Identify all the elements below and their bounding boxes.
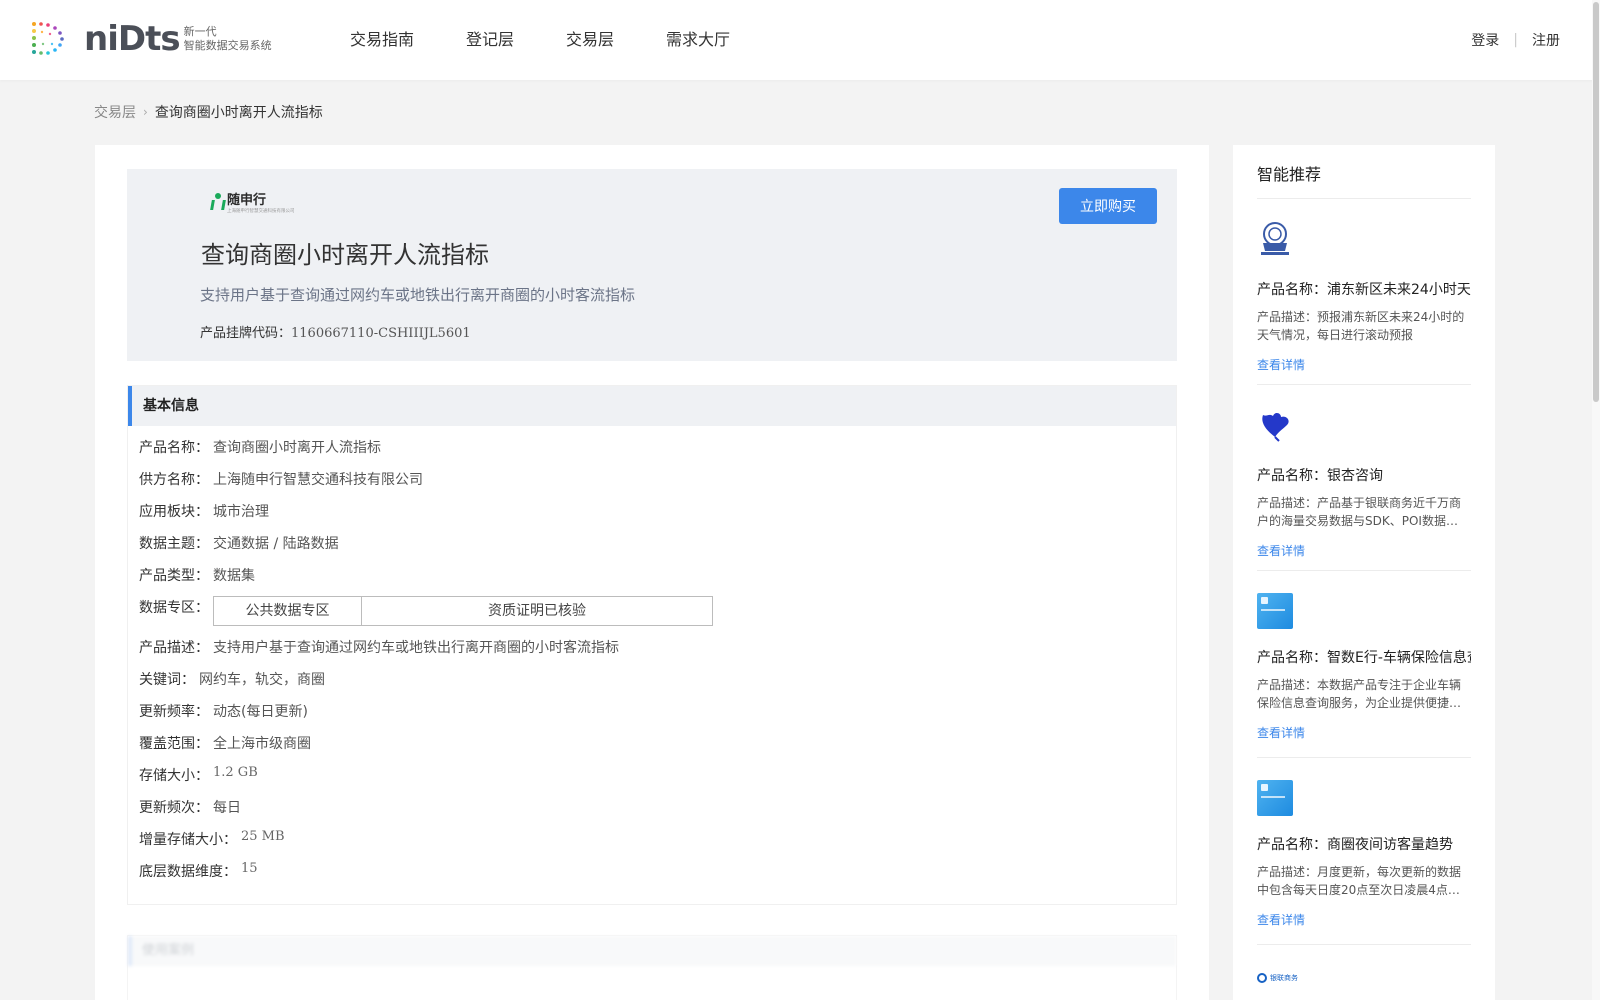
- info-row-incremental-size: 增量存储大小： 25 MB: [139, 829, 285, 848]
- supplier-logo-subtext: 上海随申行智慧交通科技有限公司: [227, 208, 295, 214]
- info-row-update-frequency: 更新频率： 动态(每日更新): [139, 704, 308, 720]
- info-row-product-name: 产品名称： 查询商圈小时离开人流指标: [139, 440, 381, 456]
- nav-demand-hall[interactable]: 需求大厅: [666, 0, 730, 80]
- main-nav: 交易指南 登记层 交易层 需求大厅: [350, 0, 782, 80]
- recommendation-desc: 产品描述：预报浦东新区未来24小时的天气情况，每日进行滚动预报: [1257, 310, 1465, 342]
- zone-cell-verified: 资质证明已核验: [488, 603, 586, 619]
- info-row-data-zone: 数据专区： 公共数据专区 资质证明已核验: [139, 596, 713, 626]
- info-row-keywords: 关键词： 网约车，轨交，商圈: [139, 672, 325, 688]
- basic-info-section: 基本信息 产品名称： 查询商圈小时离开人流指标 供方名称： 上海随申行智慧交通科技有…: [127, 385, 1177, 905]
- recommendation-name: 产品名称：浦东新区未来24小时天气: [1257, 282, 1471, 298]
- view-details-link[interactable]: 查看详情: [1257, 724, 1305, 741]
- info-row-sector: 应用板块： 城市治理: [139, 504, 269, 520]
- zone-cell-public: 公共数据专区: [214, 597, 362, 625]
- recommendation-name: 产品名称：智数E行-车辆保险信息查询: [1257, 650, 1471, 666]
- recommendation-card[interactable]: 产品名称：商圈夜间访客量趋势 产品描述：月度更新，每次更新的数据中包含每天日度2…: [1257, 780, 1471, 928]
- use-case-section: 使用案例: [127, 935, 1177, 1000]
- recommendation-card[interactable]: 产品名称：银杏咨询 产品描述：产品基于银联商务近千万商户的海量交易数据与SDK、…: [1257, 407, 1471, 559]
- info-row-data-dimensions: 底层数据维度： 15: [139, 861, 258, 880]
- weather-bureau-logo-icon: [1261, 222, 1289, 255]
- recommendation-card[interactable]: 产品名称：智数E行-车辆保险信息查询 产品描述：本数据产品专注于企业车辆保险信息…: [1257, 593, 1471, 741]
- top-header: niDts 新一代 智能数据交易系统 交易指南 登记层 交易层 需求大厅 登录 …: [0, 0, 1600, 80]
- unionpay-logo-text: 银联商务: [1270, 974, 1298, 982]
- unionpay-circle-icon: [1257, 973, 1267, 983]
- sidebar-title: 智能推荐: [1257, 165, 1322, 184]
- logo-tagline-line1: 新一代: [183, 25, 217, 38]
- breadcrumb-trading-layer[interactable]: 交易层: [94, 102, 136, 122]
- view-details-link[interactable]: 查看详情: [1257, 542, 1305, 559]
- recommendation-name: 产品名称：商圈夜间访客量趋势: [1257, 837, 1453, 853]
- section-title: 基本信息: [128, 386, 1176, 426]
- info-row-storage-size: 存储大小： 1.2 GB: [139, 765, 258, 784]
- info-row-coverage: 覆盖范围： 全上海市级商圈: [139, 736, 311, 752]
- logo-wordmark: niDts: [84, 19, 181, 59]
- logo-tagline-line2: 智能数据交易系统: [183, 39, 272, 52]
- product-thumbnail-icon: [1257, 780, 1293, 816]
- supplier-logo-text: 随申行: [227, 193, 267, 208]
- recommendation-card[interactable]: 产品名称：浦东新区未来24小时天气 产品描述：预报浦东新区未来24小时的天气情况…: [1257, 221, 1471, 373]
- product-code-value: 1160667110-CSHIIIJL5601: [291, 326, 471, 341]
- product-detail-card: 随申行 上海随申行智慧交通科技有限公司 立即购买 查询商圈小时离开人流指标 支持…: [95, 145, 1209, 1000]
- info-row-update-cadence: 更新频次： 每日: [139, 800, 241, 816]
- ginkgo-leaf-logo-icon: [1262, 413, 1289, 442]
- view-details-link[interactable]: 查看详情: [1257, 911, 1305, 928]
- sidebar-divider: [1257, 198, 1471, 199]
- sidebar-divider: [1257, 944, 1471, 945]
- sidebar-divider: [1257, 757, 1471, 758]
- info-row-product-type: 产品类型： 数据集: [139, 568, 255, 584]
- product-code-label: 产品挂牌代码：: [200, 326, 292, 341]
- auth-separator: |: [1513, 32, 1518, 48]
- product-thumbnail-icon: [1257, 593, 1293, 629]
- recommendation-desc: 产品描述：月度更新，每次更新的数据中包含每天日度20点至次日凌晨4点期间的访客量: [1257, 865, 1462, 897]
- sidebar-divider: [1257, 384, 1471, 385]
- use-case-section-title: 使用案例: [128, 936, 1176, 966]
- chevron-right-icon: ›: [143, 105, 148, 119]
- supplier-person-icon: [210, 193, 226, 211]
- info-row-description: 产品描述： 支持用户基于查询通过网约车或地铁出行离开商圈的小时客流指标: [139, 640, 619, 656]
- buy-now-button[interactable]: 立即购买: [1059, 188, 1157, 224]
- product-title: 查询商圈小时离开人流指标: [201, 241, 489, 269]
- page-scrollbar[interactable]: [1592, 0, 1600, 1000]
- recommendation-name: 产品名称：银杏咨询: [1257, 468, 1383, 484]
- nav-trade-guide[interactable]: 交易指南: [350, 0, 414, 80]
- recommendation-desc: 产品描述：产品基于银联商务近千万商户的海量交易数据与SDK、POI数据，为客户提…: [1257, 496, 1462, 528]
- product-header-panel: 随申行 上海随申行智慧交通科技有限公司 立即购买 查询商圈小时离开人流指标 支持…: [127, 169, 1177, 361]
- breadcrumb-current: 查询商圈小时离开人流指标: [154, 105, 323, 121]
- unionpay-logo: 银联商务: [1257, 973, 1298, 983]
- nav-registration-layer[interactable]: 登记层: [466, 0, 514, 80]
- sidebar-divider: [1257, 570, 1471, 571]
- info-row-data-theme: 数据主题： 交通数据 / 陆路数据: [139, 536, 339, 552]
- breadcrumb: 交易层 › 查询商圈小时离开人流指标: [94, 102, 323, 122]
- info-row-supplier: 供方名称： 上海随申行智慧交通科技有限公司: [139, 472, 423, 488]
- nav-trading-layer[interactable]: 交易层: [566, 0, 614, 80]
- auth-links: 登录 | 注册: [1471, 0, 1560, 80]
- view-details-link[interactable]: 查看详情: [1257, 356, 1305, 373]
- dotted-d-logo-icon: [32, 22, 64, 55]
- logo-tagline: 新一代 智能数据交易系统: [184, 25, 272, 53]
- register-link[interactable]: 注册: [1532, 30, 1560, 50]
- site-logo[interactable]: niDts 新一代 智能数据交易系统: [30, 20, 272, 58]
- recommendation-desc: 产品描述：本数据产品专注于企业车辆保险信息查询服务，为企业提供便捷高效的查询: [1257, 678, 1462, 710]
- login-link[interactable]: 登录: [1471, 30, 1499, 50]
- supplier-logo: 随申行 上海随申行智慧交通科技有限公司: [210, 193, 302, 214]
- scrollbar-thumb[interactable]: [1593, 2, 1599, 402]
- recommendation-sidebar: 智能推荐 产品名称：浦东新区未来24小时天气 产品描述：预报浦东新区未来24小时…: [1233, 145, 1495, 1000]
- product-listing-code: 产品挂牌代码：1160667110-CSHIIIJL5601: [200, 322, 471, 341]
- product-subtitle: 支持用户基于查询通过网约车或地铁出行离开商圈的小时客流指标: [200, 286, 636, 304]
- data-zone-table: 公共数据专区 资质证明已核验: [213, 596, 713, 626]
